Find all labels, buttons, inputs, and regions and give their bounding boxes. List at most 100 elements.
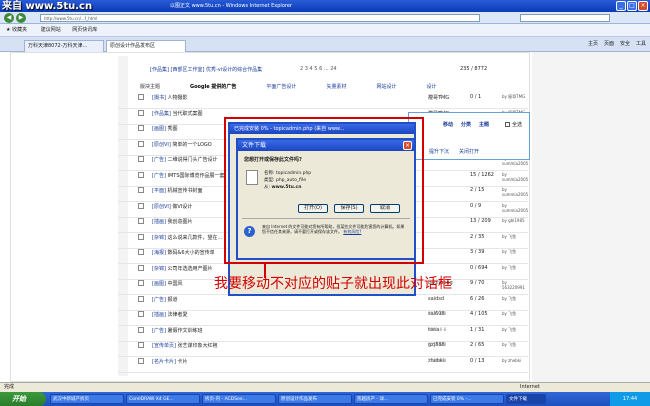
row-checkbox[interactable] <box>138 218 144 224</box>
thread-last-post[interactable]: by summia2005 <box>502 187 528 197</box>
thread-title[interactable]: [广告] 二维说得门头广告设计 <box>152 156 218 163</box>
row-checkbox[interactable] <box>138 233 144 240</box>
classify-action[interactable]: 分类 <box>461 121 471 128</box>
thread-name[interactable]: 人物摄影 <box>168 95 188 101</box>
taskbar-item[interactable]: 文件下载 <box>506 394 546 404</box>
page-menu[interactable]: 页面 <box>604 39 614 49</box>
thread-title[interactable]: [原创VI] 简单的一个LOGO <box>152 141 212 148</box>
thread-title[interactable]: [插画] 我创造图片 <box>152 218 193 225</box>
thread-title[interactable]: [宣传单页] 张艺谋印象大红袍 <box>152 342 218 349</box>
top-row-pages[interactable]: 2 3 4 5 6 ... 24 <box>300 66 337 72</box>
row-checkbox[interactable] <box>138 249 144 255</box>
thread-last-post[interactable]: by 飞鱼 <box>502 311 516 317</box>
search-input[interactable] <box>520 14 610 22</box>
thread-title[interactable]: [作品集] 当代职式案图 <box>152 110 203 117</box>
taskbar-item[interactable]: 原创设计作品发布 <box>278 394 352 404</box>
thread-title[interactable]: [杂锦] 公司年选选用产图片 <box>152 265 213 272</box>
thread-title[interactable]: [插画] 法律者愛 <box>152 311 188 318</box>
thread-last-post[interactable]: by 563220991 <box>502 280 528 290</box>
thread-name[interactable]: 公司年选选用产图片 <box>168 266 213 272</box>
favorites-label[interactable]: 收藏夹 <box>12 27 27 33</box>
close-button[interactable]: × <box>638 1 648 11</box>
thread-name[interactable]: 这么说来几款件，望在... <box>168 235 223 241</box>
taskbar-item[interactable]: 凯越房产 - 详... <box>354 394 428 404</box>
select-all-checkbox[interactable] <box>505 122 510 127</box>
thread-category[interactable]: [原创VI] <box>152 142 171 148</box>
raise-lower-link[interactable]: 提升下沉 <box>429 148 449 155</box>
thread-name[interactable]: 报道 <box>168 297 178 303</box>
tools-menu[interactable]: 工具 <box>636 39 646 49</box>
thread-category[interactable]: [作品集] <box>152 111 171 117</box>
thread-category[interactable]: [平面] <box>152 188 166 194</box>
thread-name[interactable]: 数码&6大小的宣传单 <box>168 250 215 256</box>
thread-title[interactable]: [海报] 数码&6大小的宣传单 <box>152 249 215 256</box>
thread-name[interactable]: 我创造图片 <box>168 219 193 225</box>
thread-last-post[interactable]: by 飞鱼 <box>502 249 516 255</box>
row-checkbox[interactable] <box>138 94 144 100</box>
thread-category[interactable]: [广告] <box>152 157 166 163</box>
thread-last-post[interactable]: by zhebki <box>502 358 521 363</box>
thread-title[interactable]: [画图] 秀图 <box>152 125 178 132</box>
favorites-star-icon[interactable]: ★ <box>6 27 10 33</box>
thread-category[interactable]: [宣传单页] <box>152 343 176 349</box>
thread-category[interactable]: [插画] <box>152 219 166 225</box>
thread-title[interactable]: [原创VI] 做VI设计 <box>152 203 192 210</box>
row-checkbox[interactable] <box>138 280 144 286</box>
thread-last-post[interactable]: by 飞鱼 <box>502 327 516 333</box>
thread-name[interactable]: 张艺谋印象大红袍 <box>178 343 218 349</box>
row-checkbox[interactable] <box>138 187 144 193</box>
tab-wanke[interactable]: 万科天津8072-万科天津... <box>24 40 104 52</box>
fav-link[interactable]: 建议网站 <box>41 27 61 33</box>
taskbar-item[interactable]: 已完成安装 0% -... <box>430 394 504 404</box>
forward-icon[interactable]: ▶ <box>16 13 26 23</box>
thread-last-post[interactable]: by 飞鱼 <box>502 234 516 240</box>
thread-author[interactable]: saidsd <box>428 296 444 302</box>
thread-name[interactable]: 卡片 <box>178 359 188 365</box>
thread-category[interactable]: [原创VI] <box>152 204 171 210</box>
thread-name[interactable]: IMTS国际博览作品展一套 <box>168 173 225 179</box>
thread-category[interactable]: [杂锦] <box>152 235 166 241</box>
safety-menu[interactable]: 安全 <box>620 39 630 49</box>
home-button[interactable]: 主页 <box>588 39 598 49</box>
thread-category[interactable]: [插画] <box>152 312 166 318</box>
thread-category[interactable]: [名片卡片] <box>152 359 176 365</box>
thread-title[interactable]: [平面] 机械宣传书封面 <box>152 187 203 194</box>
maximize-button[interactable]: □ <box>627 1 637 11</box>
row-checkbox[interactable] <box>138 109 144 116</box>
header-web[interactable]: 网站设计 <box>376 83 396 90</box>
topic-action[interactable]: 主题 <box>479 121 489 128</box>
taskbar-item[interactable]: CorelDRAW X4 GE... <box>126 394 200 404</box>
thread-name[interactable]: 做VI设计 <box>172 204 192 210</box>
row-checkbox[interactable] <box>138 357 144 364</box>
row-checkbox[interactable] <box>138 264 144 271</box>
move-action[interactable]: 移动 <box>443 121 453 128</box>
row-checkbox[interactable] <box>138 295 144 302</box>
thread-last-post[interactable]: by summia2005 <box>502 172 528 182</box>
fav-link[interactable]: 网页快讯库 <box>72 27 97 33</box>
thread-title[interactable]: [画图] 中国风 <box>152 280 183 287</box>
taskbar-item[interactable]: 武汉中新城产拆页 <box>50 394 124 404</box>
thread-title[interactable]: [广告] IMTS国际博览作品展一套 <box>152 172 225 179</box>
thread-category[interactable]: [摄书] <box>152 95 166 101</box>
header-vector[interactable]: 矢量素材 <box>326 83 346 90</box>
thread-last-post[interactable]: by gbl1985 <box>502 218 525 223</box>
thread-title[interactable]: [杂锦] 这么说来几款件，望在... <box>152 234 222 241</box>
minimize-button[interactable]: _ <box>616 1 626 11</box>
top-row-title[interactable]: [作品集] [西部区工作室] 优秀-vi设计的综合作品集 <box>150 66 262 73</box>
thread-category[interactable]: [广告] <box>152 328 166 334</box>
thread-category[interactable]: [画图] <box>152 126 166 132</box>
header-google-ads[interactable]: Google 提供的广告 <box>190 83 236 90</box>
thread-name[interactable]: 中国风 <box>168 281 183 287</box>
thread-category[interactable]: [杂锦] <box>152 266 166 272</box>
row-checkbox[interactable] <box>138 125 144 131</box>
thread-last-post[interactable]: by summia2005 <box>502 203 528 213</box>
address-input[interactable]: http://www.5tu.cn/...f_html <box>40 14 480 22</box>
start-button[interactable]: 开始 <box>0 392 46 406</box>
tab-original-design[interactable]: 原创设计作品发布区 <box>106 40 186 52</box>
row-checkbox[interactable] <box>138 171 144 178</box>
thread-last-post[interactable]: by 飞鱼 <box>502 342 516 348</box>
header-design[interactable]: 设计 <box>426 83 436 90</box>
thread-name[interactable]: 二维说得门头广告设计 <box>168 157 218 163</box>
thread-name[interactable]: 简单的一个LOGO <box>172 142 211 148</box>
header-print-ad[interactable]: 平面广告设计 <box>266 83 296 90</box>
